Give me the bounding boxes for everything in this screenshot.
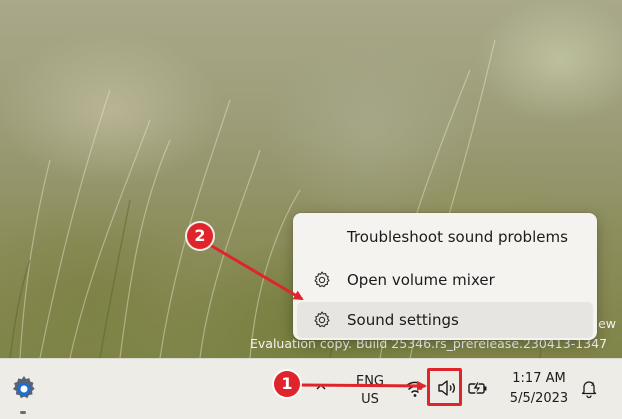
volume-context-menu: Troubleshoot sound problems Open volume … — [293, 213, 597, 340]
clock-time: 1:17 AM — [512, 371, 566, 386]
step-badge-2: 2 — [187, 223, 213, 249]
gear-icon — [314, 271, 330, 288]
svg-text:z: z — [591, 381, 594, 388]
chevron-up-icon[interactable] — [313, 379, 329, 395]
running-indicator — [20, 411, 26, 414]
taskbar: ENG US 1:17 AM 5/5/2023 z — [0, 358, 622, 419]
notification-icon[interactable]: z — [578, 377, 600, 399]
region-code: US — [361, 392, 379, 407]
menu-item-label: Troubleshoot sound problems — [347, 228, 568, 246]
battery-icon[interactable] — [466, 377, 490, 399]
wifi-icon[interactable] — [403, 377, 427, 399]
menu-item-troubleshoot-sound[interactable]: Troubleshoot sound problems — [297, 219, 593, 255]
menu-item-label: Sound settings — [347, 311, 459, 329]
menu-item-sound-settings[interactable]: Sound settings — [297, 302, 593, 338]
menu-item-open-volume-mixer[interactable]: Open volume mixer — [297, 262, 593, 298]
menu-item-label: Open volume mixer — [347, 271, 495, 289]
step-badge-1: 1 — [274, 371, 300, 397]
watermark-edition-text: ew — [598, 316, 616, 331]
settings-app-icon[interactable] — [8, 373, 40, 405]
gear-icon — [314, 311, 330, 328]
language-code: ENG — [355, 374, 384, 389]
clock-date: 5/5/2023 — [509, 391, 569, 406]
language-indicator[interactable]: ENG US — [348, 373, 392, 409]
system-clock[interactable]: 1:17 AM 5/5/2023 — [502, 369, 576, 409]
volume-highlight-box — [427, 368, 462, 406]
